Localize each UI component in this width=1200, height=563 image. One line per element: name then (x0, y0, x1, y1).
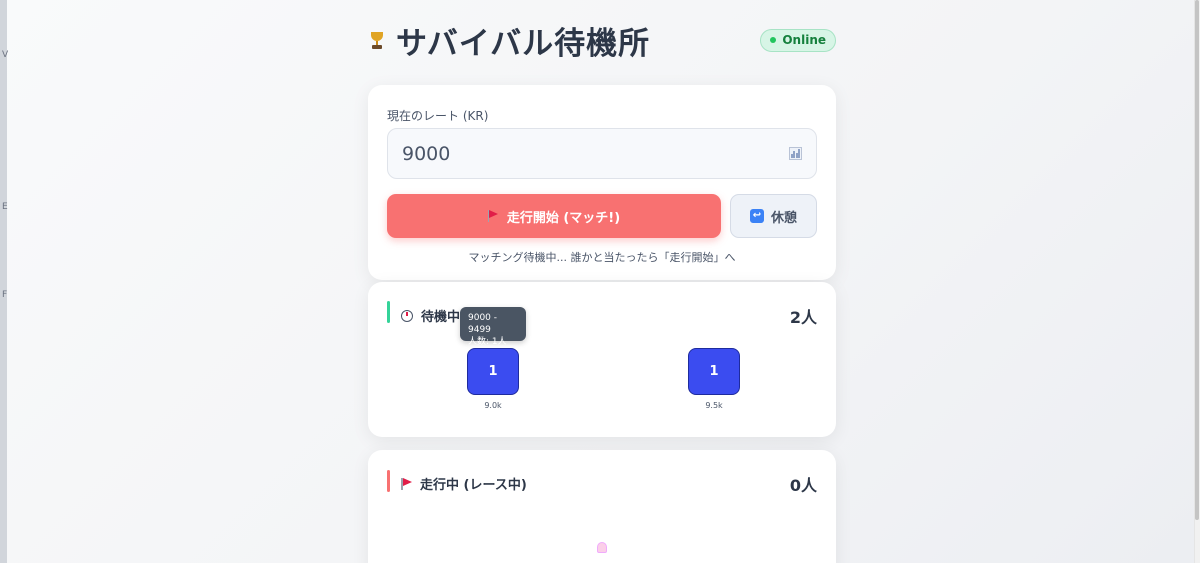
rate-card: 現在のレート (KR) 走行開始 (マッチ!) ↩ 休憩 マッチング待機中...… (368, 85, 836, 280)
rate-input-field[interactable] (387, 128, 817, 179)
start-race-button[interactable]: 走行開始 (マッチ!) (387, 194, 721, 238)
scrollbar[interactable] (1194, 0, 1200, 563)
waiting-card: 待機中 2人 1 9.0k 1 9.5k 9000 - 9499 人数: 1人 (368, 282, 836, 437)
trophy-icon (368, 31, 386, 49)
running-count: 0人 (789, 476, 817, 495)
chart-icon (789, 147, 802, 160)
header: サバイバル待機所 Online (368, 18, 836, 62)
ghost-icon (597, 542, 607, 553)
running-card: 走行中 (レース中) 0人 (368, 450, 836, 563)
page-title: サバイバル待機所 (396, 25, 651, 62)
bucket-count[interactable]: 1 (467, 348, 519, 395)
bucket-label: 9.0k (484, 401, 502, 410)
tooltip-people: 人数: 1人 (468, 337, 507, 347)
left-edge-glyph: F (2, 290, 8, 300)
status-dot-icon (770, 37, 777, 43)
left-edge-glyph: V (2, 50, 9, 60)
return-icon: ↩ (749, 209, 764, 223)
break-button[interactable]: ↩ 休憩 (730, 194, 817, 238)
status-label: Online (782, 33, 826, 47)
rate-bucket[interactable]: 1 9.5k (688, 348, 740, 410)
rate-input[interactable] (402, 142, 789, 165)
rate-label: 現在のレート (KR) (387, 109, 489, 123)
rate-bucket[interactable]: 1 9.0k (467, 348, 519, 410)
status-badge: Online (760, 28, 836, 52)
break-label: 休憩 (770, 210, 797, 226)
bucket-tooltip: 9000 - 9499 人数: 1人 (460, 307, 526, 347)
waiting-count: 2人 (789, 308, 817, 327)
matching-hint: マッチング待機中... 誰かと当たったら「走行開始」へ (468, 251, 736, 264)
title-wrap: サバイバル待機所 (368, 18, 650, 63)
flag-icon (487, 210, 499, 222)
left-edge-strip (0, 0, 7, 563)
clock-icon (401, 309, 413, 322)
tooltip-range: 9000 - 9499 (468, 313, 498, 335)
scrollbar-thumb[interactable] (1195, 0, 1199, 520)
left-edge-glyph: E (2, 202, 8, 212)
bucket-count[interactable]: 1 (688, 348, 740, 395)
waiting-section-bar (387, 301, 390, 323)
waiting-section-title: 待機中 (401, 306, 460, 325)
running-section-title: 走行中 (レース中) (401, 474, 527, 493)
start-race-label: 走行開始 (マッチ!) (506, 210, 621, 226)
bucket-label: 9.5k (705, 401, 723, 410)
waiting-title-label: 待機中 (421, 310, 461, 325)
running-section-bar (387, 470, 390, 492)
running-title-label: 走行中 (レース中) (420, 478, 527, 493)
flag-icon (401, 477, 412, 490)
